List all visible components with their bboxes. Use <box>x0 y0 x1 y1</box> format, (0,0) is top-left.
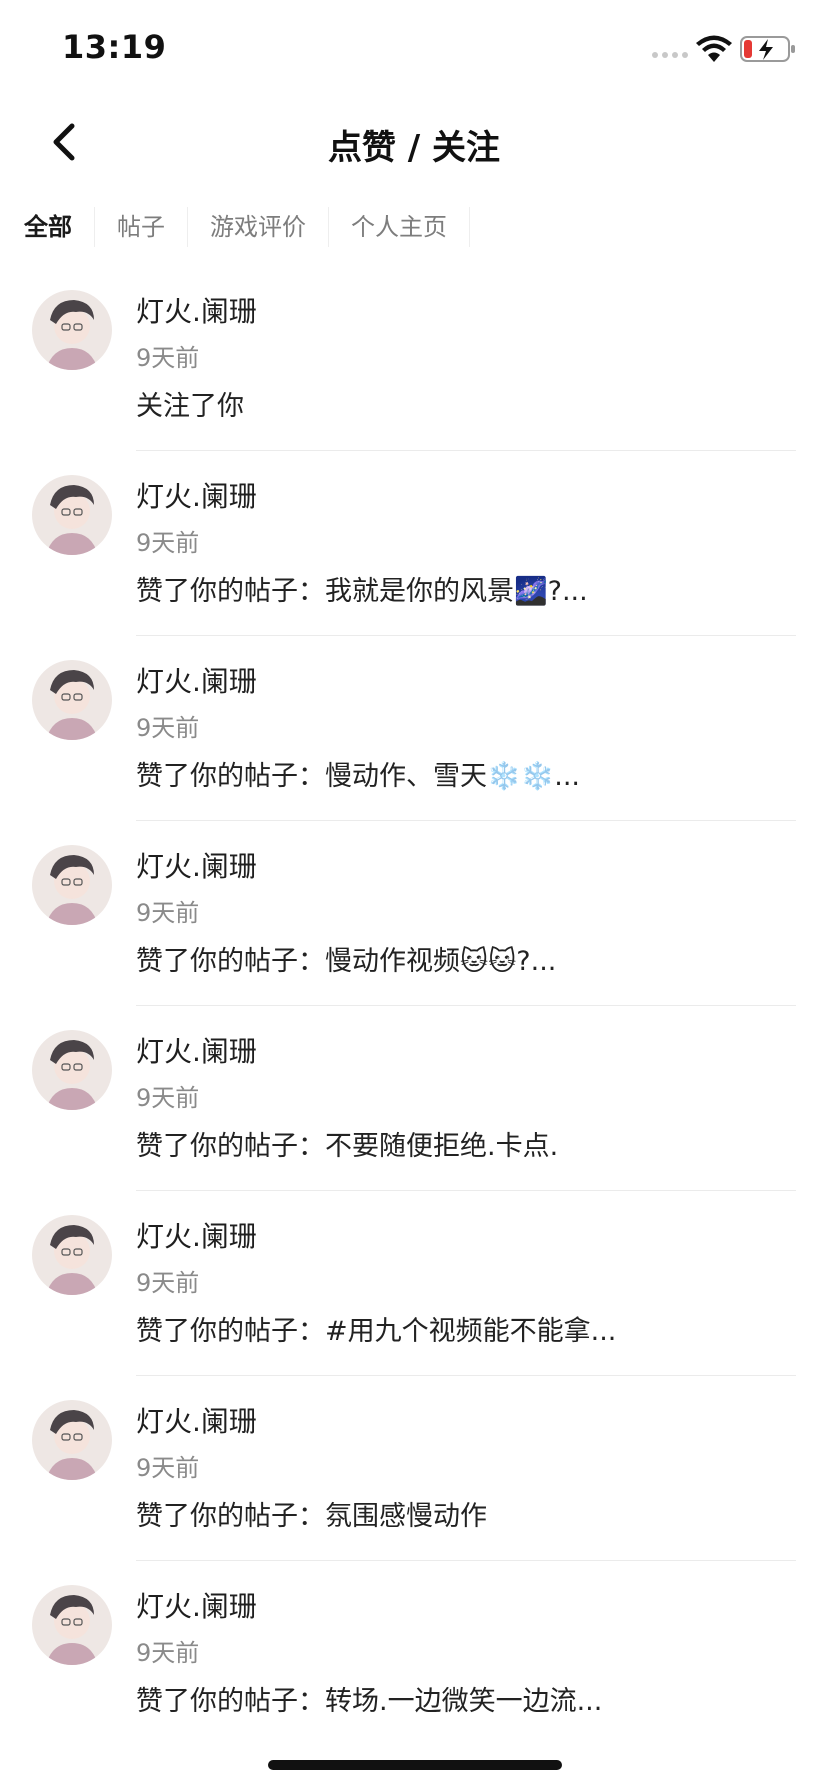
timestamp: 9天前 <box>136 1269 200 1297</box>
tab-all[interactable]: 全部 <box>0 207 95 247</box>
notification-message: 赞了你的帖子：慢动作视频🐱🐱?... <box>136 946 557 977</box>
notification-message: 赞了你的帖子：氛围感慢动作 <box>136 1501 487 1532</box>
list-item[interactable]: 灯火.阑珊 9天前 赞了你的帖子：不要随便拒绝.卡点. <box>0 1020 828 1205</box>
notification-message: 赞了你的帖子：不要随便拒绝.卡点. <box>136 1131 559 1162</box>
list-item[interactable]: 灯火.阑珊 9天前 赞了你的帖子：我就是你的风景🌌?... <box>0 465 828 650</box>
list-item[interactable]: 灯火.阑珊 9天前 赞了你的帖子：转场.一边微笑一边流... <box>0 1575 828 1760</box>
notification-message: 赞了你的帖子：转场.一边微笑一边流... <box>136 1686 603 1717</box>
cellular-signal-icon <box>652 52 688 58</box>
timestamp: 9天前 <box>136 1639 200 1667</box>
timestamp: 9天前 <box>136 899 200 927</box>
tab-posts[interactable]: 帖子 <box>95 207 188 247</box>
divider <box>136 450 796 451</box>
wifi-icon <box>696 35 732 62</box>
tab-profile[interactable]: 个人主页 <box>329 207 470 247</box>
avatar[interactable] <box>32 1585 112 1665</box>
username[interactable]: 灯火.阑珊 <box>136 1215 257 1255</box>
divider <box>136 1005 796 1006</box>
timestamp: 9天前 <box>136 1454 200 1482</box>
notification-message: 赞了你的帖子：慢动作、雪天❄️❄️... <box>136 761 580 792</box>
avatar[interactable] <box>32 1400 112 1480</box>
status-time: 13:19 <box>62 28 167 66</box>
username[interactable]: 灯火.阑珊 <box>136 1030 257 1070</box>
list-item[interactable]: 灯火.阑珊 9天前 赞了你的帖子：慢动作、雪天❄️❄️... <box>0 650 828 835</box>
list-item[interactable]: 灯火.阑珊 9天前 关注了你 <box>0 280 828 465</box>
notification-list: 灯火.阑珊 9天前 关注了你 灯火.阑珊 9天前 赞了你的帖子：我就是你的风景🌌… <box>0 280 828 1760</box>
divider <box>136 1190 796 1191</box>
username[interactable]: 灯火.阑珊 <box>136 290 257 330</box>
list-item[interactable]: 灯火.阑珊 9天前 赞了你的帖子：#用九个视频能不能拿... <box>0 1205 828 1390</box>
page-title: 点赞 / 关注 <box>327 128 501 168</box>
divider <box>136 1375 796 1376</box>
divider <box>136 1560 796 1561</box>
timestamp: 9天前 <box>136 714 200 742</box>
notification-message: 关注了你 <box>136 391 244 422</box>
timestamp: 9天前 <box>136 344 200 372</box>
tab-game-reviews[interactable]: 游戏评价 <box>188 207 329 247</box>
avatar[interactable] <box>32 660 112 740</box>
status-bar: 13:19 <box>0 0 828 96</box>
filter-tabs: 全部 帖子 游戏评价 个人主页 <box>0 200 470 254</box>
notification-message: 赞了你的帖子：我就是你的风景🌌?... <box>136 576 588 607</box>
username[interactable]: 灯火.阑珊 <box>136 1585 257 1625</box>
divider <box>136 635 796 636</box>
avatar[interactable] <box>32 1030 112 1110</box>
home-indicator[interactable] <box>268 1760 562 1770</box>
navigation-bar: 点赞 / 关注 <box>0 100 828 184</box>
divider <box>136 820 796 821</box>
username[interactable]: 灯火.阑珊 <box>136 1400 257 1440</box>
username[interactable]: 灯火.阑珊 <box>136 845 257 885</box>
username[interactable]: 灯火.阑珊 <box>136 660 257 700</box>
avatar[interactable] <box>32 290 112 370</box>
battery-icon <box>740 36 795 62</box>
notification-message: 赞了你的帖子：#用九个视频能不能拿... <box>136 1316 617 1347</box>
timestamp: 9天前 <box>136 529 200 557</box>
avatar[interactable] <box>32 845 112 925</box>
timestamp: 9天前 <box>136 1084 200 1112</box>
avatar[interactable] <box>32 1215 112 1295</box>
username[interactable]: 灯火.阑珊 <box>136 475 257 515</box>
avatar[interactable] <box>32 475 112 555</box>
list-item[interactable]: 灯火.阑珊 9天前 赞了你的帖子：氛围感慢动作 <box>0 1390 828 1575</box>
list-item[interactable]: 灯火.阑珊 9天前 赞了你的帖子：慢动作视频🐱🐱?... <box>0 835 828 1020</box>
